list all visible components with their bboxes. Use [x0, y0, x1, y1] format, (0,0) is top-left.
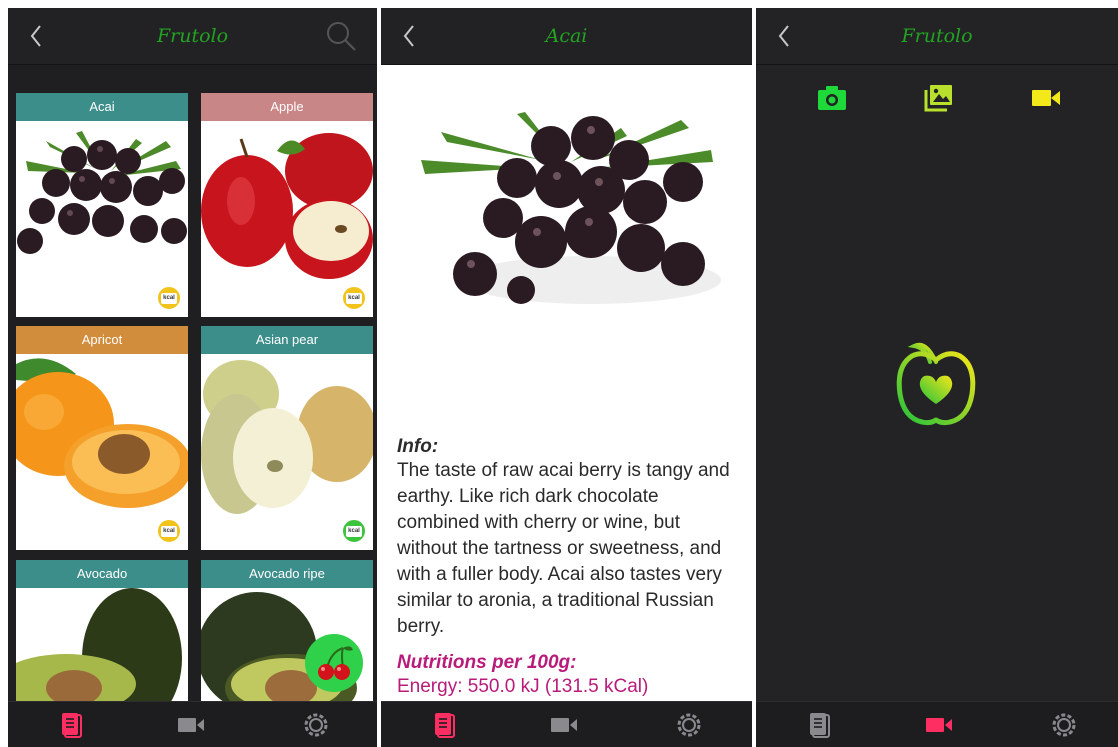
- nutrition-heading: Nutritions per 100g:: [397, 652, 577, 673]
- info-section: Info: The taste of raw acai berry is tan…: [397, 436, 742, 698]
- camera-tab-icon[interactable]: [176, 710, 206, 740]
- card-label: Asian pear: [201, 326, 373, 354]
- energy-value: Energy: 550.0 kJ (131.5 kCal): [397, 676, 649, 697]
- fruit-card-apple[interactable]: Apple kcal: [201, 93, 373, 317]
- kcal-badge-icon: kcal: [156, 285, 182, 311]
- kcal-badge-icon: kcal: [341, 285, 367, 311]
- fruit-list-screen: Frutolo Acai kcal Apple kcal Apricot kca…: [8, 8, 377, 747]
- nav-bar: Frutolo: [756, 8, 1118, 65]
- camera-tab-icon[interactable]: [924, 710, 954, 740]
- camera-icon[interactable]: [816, 83, 848, 113]
- nav-bar: Acai: [381, 8, 752, 65]
- search-icon[interactable]: [325, 20, 357, 52]
- acai-hero-image: [421, 110, 721, 320]
- card-label: Apple: [201, 93, 373, 121]
- card-label: Avocado ripe: [201, 560, 373, 588]
- list-tab-icon[interactable]: [56, 710, 86, 740]
- fruit-card-acai[interactable]: Acai kcal: [16, 93, 188, 317]
- settings-tab-icon[interactable]: [674, 710, 704, 740]
- app-title: Frutolo: [901, 25, 973, 47]
- card-label: Avocado: [16, 560, 188, 588]
- kcal-badge-icon: kcal: [156, 518, 182, 544]
- video-icon[interactable]: [1030, 83, 1062, 113]
- camera-screen: Frutolo: [756, 8, 1118, 747]
- detail-title: Acai: [545, 25, 588, 47]
- settings-tab-icon[interactable]: [1049, 710, 1079, 740]
- frutolo-logo-icon: [896, 342, 976, 426]
- cherry-icon: [318, 646, 353, 680]
- kcal-badge-icon: kcal: [341, 518, 367, 544]
- fruit-card-apricot[interactable]: Apricot kcal: [16, 326, 188, 550]
- info-heading: Info:: [397, 436, 439, 457]
- nav-bar: Frutolo: [8, 8, 377, 65]
- fruit-card-asian-pear[interactable]: Asian pear kcal: [201, 326, 373, 550]
- camera-tab-icon[interactable]: [549, 710, 579, 740]
- tab-bar: [756, 701, 1118, 747]
- fruit-filter-button[interactable]: [305, 634, 363, 692]
- list-tab-icon[interactable]: [429, 710, 459, 740]
- app-title: Frutolo: [156, 25, 229, 47]
- tab-bar: [381, 701, 752, 747]
- card-label: Acai: [16, 93, 188, 121]
- settings-tab-icon[interactable]: [301, 710, 331, 740]
- info-text: The taste of raw acai berry is tangy and…: [397, 460, 730, 637]
- fruit-detail-screen: Acai Info: The taste of raw acai berry i…: [381, 8, 752, 747]
- list-tab-icon[interactable]: [804, 710, 834, 740]
- card-label: Apricot: [16, 326, 188, 354]
- photo-library-icon[interactable]: [923, 83, 955, 113]
- tab-bar: [8, 701, 377, 747]
